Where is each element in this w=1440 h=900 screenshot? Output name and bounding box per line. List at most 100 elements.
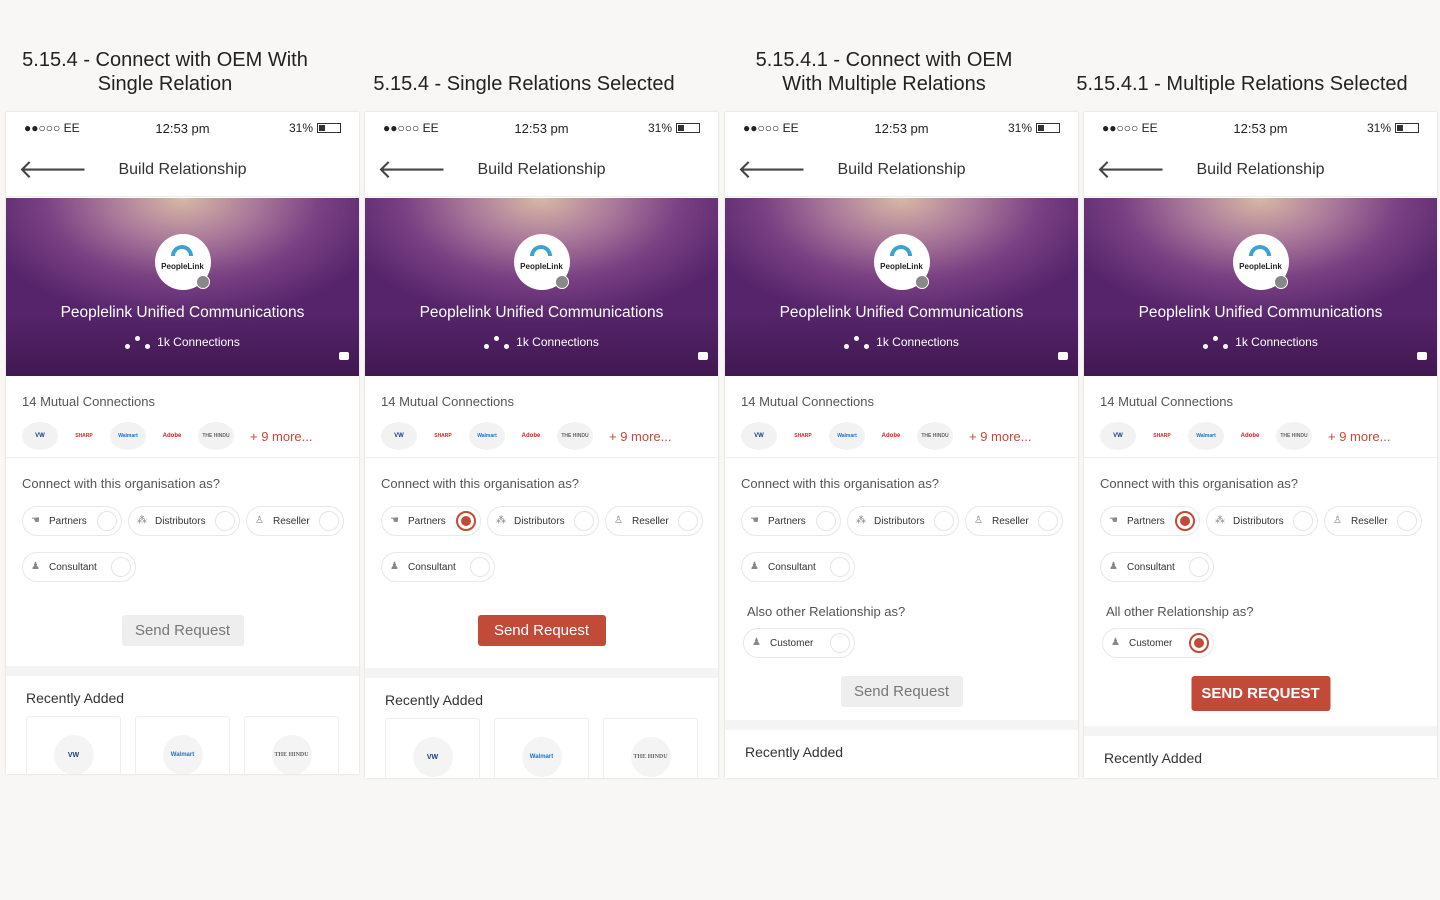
consultant-option[interactable]: ♟ Consultant	[741, 552, 855, 582]
more-link[interactable]: + 9 more...	[250, 429, 313, 444]
camera-icon[interactable]	[195, 275, 210, 289]
distributors-option[interactable]: ⁂ Distributors	[128, 506, 240, 536]
recent-card[interactable]: Walmart	[494, 718, 589, 778]
send-request-button[interactable]: Send Request	[121, 615, 244, 646]
recent-card[interactable]: VW	[385, 718, 480, 778]
hindu-logo[interactable]: THE HINDU	[557, 422, 593, 450]
walmart-logo[interactable]: Walmart	[110, 422, 146, 450]
partners-radio[interactable]	[97, 511, 117, 531]
partners-radio[interactable]	[816, 511, 836, 531]
send-request-button[interactable]: Send Request	[840, 676, 963, 707]
partners-option[interactable]: ☚ Partners	[1100, 506, 1200, 536]
consultant-radio[interactable]	[1189, 557, 1209, 577]
option-label: Reseller	[1351, 515, 1388, 527]
reseller-radio[interactable]	[678, 511, 698, 531]
banner-camera-icon[interactable]	[698, 352, 708, 360]
sharp-logo[interactable]: SHARP	[1144, 422, 1180, 450]
distributors-radio[interactable]	[215, 511, 235, 531]
connections-count[interactable]: 1k Connections	[6, 335, 359, 350]
option-label: Consultant	[49, 561, 97, 573]
org-logo[interactable]: PeopleLink	[1232, 234, 1289, 290]
camera-icon[interactable]	[1273, 275, 1288, 289]
volkswagen-logo[interactable]: VW	[1100, 422, 1136, 450]
camera-icon[interactable]	[554, 275, 569, 289]
consultant-option[interactable]: ♟ Consultant	[1100, 552, 1214, 582]
distributors-radio[interactable]	[574, 511, 594, 531]
hindu-logo[interactable]: THE HINDU	[198, 422, 234, 450]
distributors-radio[interactable]	[1293, 511, 1313, 531]
reseller-radio[interactable]	[1038, 511, 1058, 531]
recent-card[interactable]: THE HINDU	[244, 716, 339, 774]
send-request-button[interactable]: Send Request	[477, 615, 606, 646]
adobe-logo[interactable]: Adobe	[873, 422, 909, 450]
org-logo[interactable]: PeopleLink	[513, 234, 570, 290]
walmart-logo[interactable]: Walmart	[829, 422, 865, 450]
reseller-radio[interactable]	[319, 511, 339, 531]
banner-camera-icon[interactable]	[339, 352, 349, 360]
reseller-option[interactable]: ♙ Reseller	[965, 506, 1063, 536]
org-name: Peoplelink Unified Communications	[1138, 304, 1383, 321]
connections-count[interactable]: 1k Connections	[725, 335, 1078, 350]
connections-icon	[125, 335, 151, 350]
consultant-radio[interactable]	[470, 557, 490, 577]
volkswagen-logo[interactable]: VW	[22, 422, 58, 450]
camera-icon[interactable]	[914, 275, 929, 289]
org-name: Peoplelink Unified Communications	[779, 304, 1024, 321]
banner-camera-icon[interactable]	[1417, 352, 1427, 360]
battery-icon	[317, 123, 341, 133]
reseller-option[interactable]: ♙ Reseller	[1324, 506, 1422, 536]
more-link[interactable]: + 9 more...	[969, 429, 1032, 444]
walmart-logo[interactable]: Walmart	[1188, 422, 1224, 450]
more-link[interactable]: + 9 more...	[609, 429, 672, 444]
adobe-logo[interactable]: Adobe	[154, 422, 190, 450]
adobe-logo[interactable]: Adobe	[1232, 422, 1268, 450]
partners-radio[interactable]	[456, 511, 476, 531]
volkswagen-logo[interactable]: VW	[381, 422, 417, 450]
consultant-radio[interactable]	[111, 557, 131, 577]
phone-screen-3: ●●○○○ EE 12:53 pm 31% 🡐 Build Relationsh…	[725, 112, 1078, 778]
partners-radio[interactable]	[1175, 511, 1195, 531]
recent-card[interactable]: Walmart	[135, 716, 230, 774]
partners-option[interactable]: ☚ Partners	[741, 506, 841, 536]
distributors-radio[interactable]	[934, 511, 954, 531]
org-name: Peoplelink Unified Communications	[419, 304, 664, 321]
sharp-logo[interactable]: SHARP	[785, 422, 821, 450]
battery-percent: 31%	[1366, 121, 1391, 135]
customer-radio[interactable]	[1189, 633, 1209, 653]
connections-count[interactable]: 1k Connections	[1084, 335, 1437, 350]
hindu-logo[interactable]: THE HINDU	[1276, 422, 1312, 450]
reseller-option[interactable]: ♙ Reseller	[246, 506, 344, 536]
connections-count[interactable]: 1k Connections	[365, 335, 718, 350]
battery-icon	[676, 123, 700, 133]
recent-card[interactable]: VW	[26, 716, 121, 774]
consultant-radio[interactable]	[830, 557, 850, 577]
consultant-option[interactable]: ♟ Consultant	[381, 552, 495, 582]
customer-radio[interactable]	[830, 633, 850, 653]
distributors-option[interactable]: ⁂ Distributors	[1206, 506, 1318, 536]
recently-added-label: Recently Added	[26, 690, 125, 706]
distributors-option[interactable]: ⁂ Distributors	[847, 506, 959, 536]
battery: 31%	[1008, 121, 1060, 135]
banner-camera-icon[interactable]	[1058, 352, 1068, 360]
more-link[interactable]: + 9 more...	[1328, 429, 1391, 444]
volkswagen-logo[interactable]: VW	[741, 422, 777, 450]
status-bar: ●●○○○ EE 12:53 pm 31%	[1084, 112, 1437, 142]
consultant-option[interactable]: ♟ Consultant	[22, 552, 136, 582]
partners-option[interactable]: ☚ Partners	[22, 506, 122, 536]
hindu-logo[interactable]: THE HINDU	[917, 422, 953, 450]
org-logo[interactable]: PeopleLink	[154, 234, 211, 290]
org-logo[interactable]: PeopleLink	[873, 234, 930, 290]
walmart-logo[interactable]: Walmart	[469, 422, 505, 450]
partners-option[interactable]: ☚ Partners	[381, 506, 481, 536]
sharp-logo[interactable]: SHARP	[66, 422, 102, 450]
recent-card[interactable]: THE HINDU	[603, 718, 698, 778]
send-request-button[interactable]: SEND REQUEST	[1191, 676, 1330, 711]
reseller-radio[interactable]	[1397, 511, 1417, 531]
customer-option[interactable]: ♟ Customer	[1102, 628, 1214, 658]
customer-option[interactable]: ♟ Customer	[743, 628, 855, 658]
distributors-option[interactable]: ⁂ Distributors	[487, 506, 599, 536]
sharp-logo[interactable]: SHARP	[425, 422, 461, 450]
adobe-logo[interactable]: Adobe	[513, 422, 549, 450]
reseller-option[interactable]: ♙ Reseller	[605, 506, 703, 536]
handshake-icon: ☚	[31, 515, 40, 526]
